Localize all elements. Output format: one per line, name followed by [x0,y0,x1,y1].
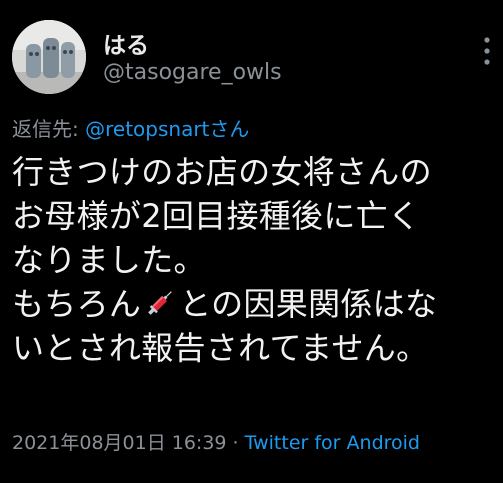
separator-dot: · [226,432,245,454]
tweet-body: 行きつけのお店の女将さんの お母様が2回目接種後に亡く なりました。 もちろん … [12,150,498,370]
reply-prefix: 返信先: [12,117,86,141]
tweet-body-line: なりました。 [12,241,206,279]
tweet-body-line: もちろん との因果関係はな [12,282,498,326]
avatar[interactable] [12,20,86,94]
tweet-body-segment: との因果関係はな [179,285,438,323]
tweet-body-line: お母様が2回目接種後に亡く [12,197,421,235]
more-vertical-icon[interactable] [482,36,492,66]
tweet-metadata: 2021年08月01日 16:39 · Twitter for Android [12,428,420,455]
tweet-body-line: 行きつけのお店の女将さんの [12,153,432,191]
timestamp[interactable]: 2021年08月01日 16:39 [12,432,227,454]
tweet-body-segment: もちろん [12,285,142,323]
source-app-link[interactable]: Twitter for Android [245,432,420,454]
tweet-body-line: いとされ報告されてません。 [12,329,429,367]
tweet: はる @tasogare_owls 返信先: @retopsnartさん 行きつ… [0,0,503,483]
syringe-icon [148,291,172,315]
user-handle[interactable]: @tasogare_owls [103,60,282,85]
display-name[interactable]: はる [103,26,149,60]
owl-figurines-avatar-icon [12,20,86,94]
reply-to-line: 返信先: @retopsnartさん [12,113,249,142]
reply-target-link[interactable]: @retopsnartさん [85,117,249,141]
